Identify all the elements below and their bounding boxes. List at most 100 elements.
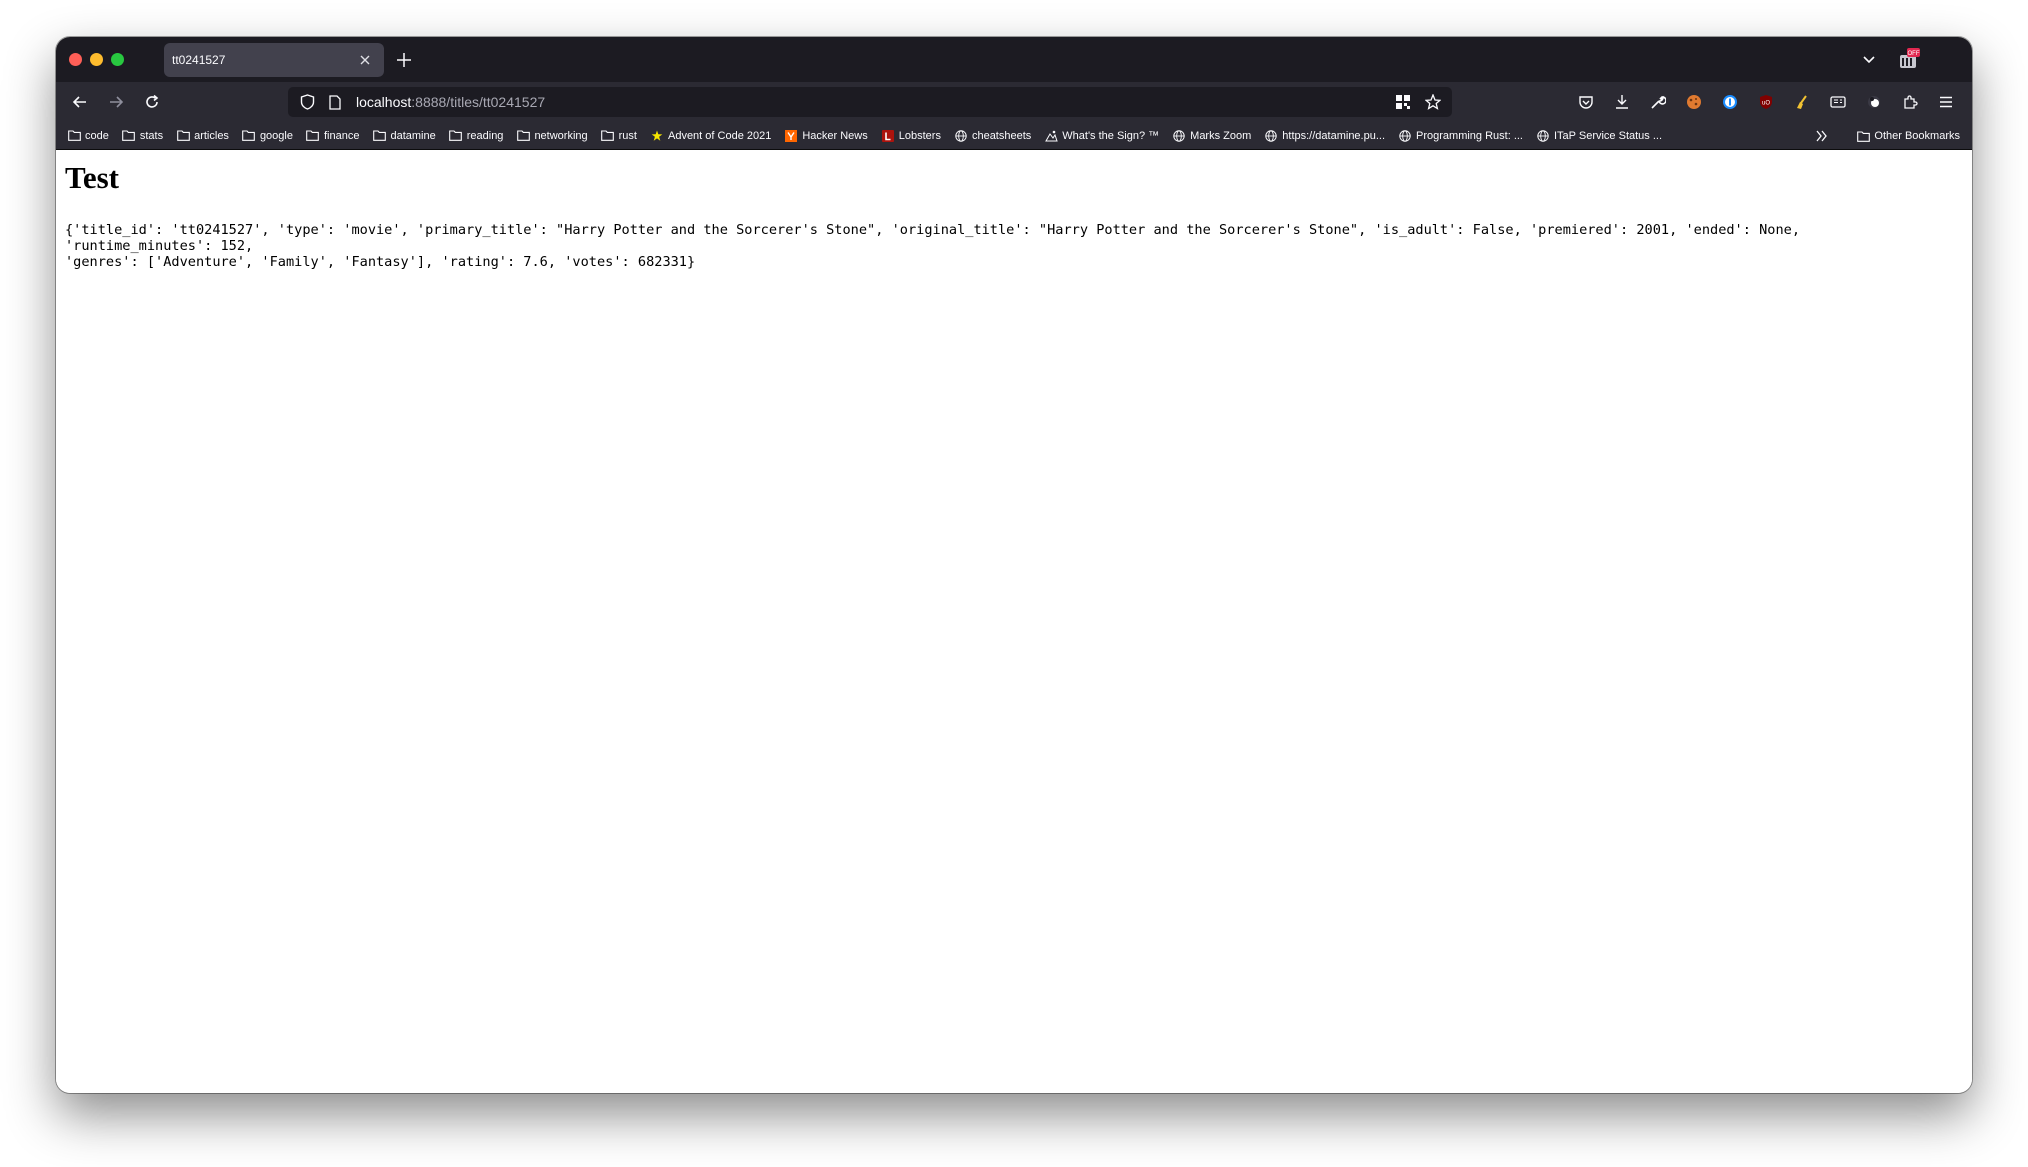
- bookmark-label: Programming Rust: ...: [1416, 129, 1523, 142]
- bookmark-label: networking: [534, 129, 588, 142]
- wrench-icon[interactable]: [1646, 90, 1670, 114]
- bookmark-label: finance: [323, 129, 360, 142]
- folder-icon: [449, 129, 463, 143]
- back-button[interactable]: [68, 90, 92, 114]
- globe-icon: [1398, 129, 1412, 143]
- qr-code-icon[interactable]: [1392, 91, 1414, 113]
- bookmark-item[interactable]: cheatsheets: [954, 125, 1031, 147]
- globe-icon: [1536, 129, 1550, 143]
- bookmark-star-icon[interactable]: [1422, 91, 1444, 113]
- bookmark-item[interactable]: code: [67, 125, 109, 147]
- folder-icon: [242, 129, 256, 143]
- bookmarks-overflow-chevron-icon[interactable]: [1812, 126, 1832, 146]
- close-tab-icon[interactable]: [356, 51, 374, 69]
- bookmark-item[interactable]: What's the Sign? ™: [1044, 125, 1159, 147]
- reader-extension-icon[interactable]: [1826, 90, 1850, 114]
- close-window-button[interactable]: [69, 53, 82, 66]
- bookmark-item[interactable]: networking: [516, 125, 588, 147]
- folder-icon: [176, 129, 190, 143]
- folder-icon: [601, 129, 615, 143]
- bookmark-item[interactable]: Hacker News: [784, 125, 868, 147]
- page-content: Test {'title_id': 'tt0241527', 'type': '…: [56, 151, 1972, 1093]
- url-path: :8888/titles/tt0241527: [411, 94, 546, 110]
- window-controls: [69, 53, 124, 66]
- bookmark-label: Hacker News: [802, 129, 868, 142]
- reload-button[interactable]: [140, 90, 164, 114]
- bookmark-item[interactable]: Programming Rust: ...: [1398, 125, 1523, 147]
- other-bookmarks-label: Other Bookmarks: [1874, 130, 1960, 142]
- page-info-icon[interactable]: [324, 91, 346, 113]
- globe-icon: [1172, 129, 1186, 143]
- other-bookmarks-folder[interactable]: Other Bookmarks: [1856, 125, 1960, 147]
- bookmark-label: What's the Sign? ™: [1062, 129, 1160, 142]
- folder-icon: [67, 129, 81, 143]
- bookmark-item[interactable]: ITaP Service Status ...: [1536, 125, 1662, 147]
- maximize-window-button[interactable]: [111, 53, 124, 66]
- bookmark-label: stats: [139, 129, 164, 142]
- password-manager-icon[interactable]: [1718, 90, 1742, 114]
- svg-text:uO: uO: [1762, 101, 1770, 107]
- forward-button[interactable]: [104, 90, 128, 114]
- bookmark-label: rust: [618, 129, 637, 142]
- bookmark-item[interactable]: https://datamine.pu...: [1264, 125, 1385, 147]
- pocket-icon[interactable]: [1574, 90, 1598, 114]
- extension-badge-icon[interactable]: OFF: [1896, 46, 1922, 72]
- bookmark-label: articles: [194, 129, 229, 142]
- url-bar-actions: [1392, 91, 1444, 113]
- bookmark-item[interactable]: articles: [176, 125, 229, 147]
- minimize-window-button[interactable]: [90, 53, 103, 66]
- url-text[interactable]: localhost:8888/titles/tt0241527: [356, 94, 545, 110]
- bookmarks-toolbar: code stats articles google finance datamine re…: [56, 122, 1972, 150]
- folder-icon: [306, 129, 320, 143]
- ublock-origin-icon[interactable]: uO: [1754, 90, 1778, 114]
- bookmark-item[interactable]: datamine: [372, 125, 436, 147]
- page-heading: Test: [65, 160, 119, 195]
- bookmark-label: ITaP Service Status ...: [1554, 129, 1663, 142]
- tab-active[interactable]: tt0241527: [164, 43, 384, 77]
- record-line: 'genres': ['Adventure', 'Family', 'Fanta…: [65, 254, 696, 270]
- cookie-extension-icon[interactable]: [1682, 90, 1706, 114]
- app-menu-hamburger-icon[interactable]: [1934, 90, 1958, 114]
- hacker-news-icon: [784, 129, 798, 143]
- folder-icon: [372, 129, 386, 143]
- bookmark-label: cheatsheets: [971, 129, 1032, 142]
- folder-icon: [1856, 129, 1870, 143]
- broom-extension-icon[interactable]: [1790, 90, 1814, 114]
- downloads-icon[interactable]: [1610, 90, 1634, 114]
- bookmark-item[interactable]: stats: [122, 125, 163, 147]
- url-host: localhost: [356, 94, 412, 110]
- tab-strip: tt0241527 OFF: [56, 37, 1972, 82]
- bookmark-item[interactable]: reading: [449, 125, 504, 147]
- bookmark-label: Marks Zoom: [1190, 129, 1252, 142]
- lobsters-icon: [881, 129, 895, 143]
- svg-text:OFF: OFF: [1908, 51, 1920, 57]
- bookmark-item[interactable]: Marks Zoom: [1172, 125, 1251, 147]
- star-icon: [650, 129, 664, 143]
- bookmark-label: https://datamine.pu...: [1282, 129, 1386, 142]
- bookmark-item[interactable]: rust: [601, 125, 637, 147]
- bookmark-item[interactable]: finance: [306, 125, 359, 147]
- folder-icon: [122, 129, 136, 143]
- tab-title: tt0241527: [172, 53, 226, 67]
- bookmark-label: Advent of Code 2021: [667, 129, 772, 142]
- new-tab-button[interactable]: [392, 48, 416, 72]
- bookmark-label: google: [259, 129, 293, 142]
- tracking-protection-shield-icon[interactable]: [296, 91, 318, 113]
- bookmark-item[interactable]: google: [242, 125, 293, 147]
- record-text: {'title_id': 'tt0241527', 'type': 'movie…: [65, 222, 1935, 270]
- extensions-puzzle-icon[interactable]: [1898, 90, 1922, 114]
- list-all-tabs-icon[interactable]: [1858, 49, 1880, 71]
- bookmark-label: reading: [466, 129, 504, 142]
- bookmark-label: code: [85, 129, 109, 142]
- bookmark-list: code stats articles google finance datamine re…: [67, 125, 1675, 147]
- navigation-toolbar: localhost:8888/titles/tt0241527 uO: [56, 82, 1972, 122]
- record-line: {'title_id': 'tt0241527', 'type': 'movie…: [65, 222, 1809, 254]
- bookmark-label: Lobsters: [898, 129, 941, 142]
- toolbar-extensions: uO: [1574, 90, 1958, 114]
- dark-mode-extension-icon[interactable]: [1862, 90, 1886, 114]
- bookmark-item[interactable]: Lobsters: [881, 125, 941, 147]
- globe-icon: [1264, 129, 1278, 143]
- url-bar[interactable]: localhost:8888/titles/tt0241527: [288, 87, 1452, 117]
- bookmark-item[interactable]: Advent of Code 2021: [650, 125, 771, 147]
- browser-window: tt0241527 OFF localhost:8888/titles/tt02…: [56, 37, 1972, 1093]
